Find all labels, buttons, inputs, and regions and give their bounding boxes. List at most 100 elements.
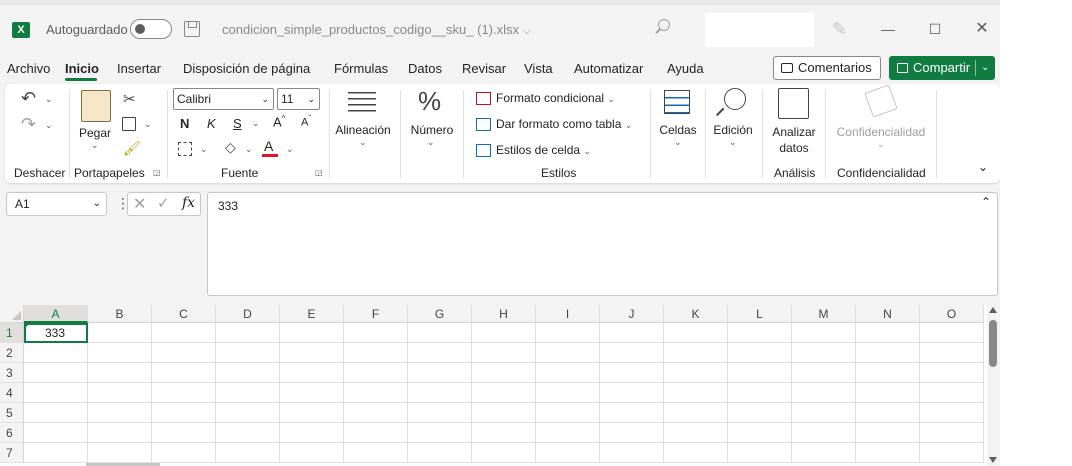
formula-input[interactable]: 333 ⌃ [207,192,998,296]
cell-l5[interactable] [728,403,792,423]
cell-l1[interactable] [728,323,792,343]
cell-b5[interactable] [88,403,152,423]
cell-a7[interactable] [24,443,88,463]
underline-dropdown-icon[interactable]: ⌄ [252,118,260,129]
column-header-h[interactable]: H [472,305,536,323]
cell-d7[interactable] [216,443,280,463]
editing-button[interactable]: Edición [709,123,757,137]
ribbon-options-chevron-icon[interactable]: ⌄ [978,160,988,174]
cell-g3[interactable] [408,363,472,383]
cell-b4[interactable] [88,383,152,403]
tab-inicio[interactable]: Inicio [65,61,99,76]
column-header-l[interactable]: L [728,305,792,323]
cell-l4[interactable] [728,383,792,403]
column-header-e[interactable]: E [280,305,344,323]
cell-i5[interactable] [536,403,600,423]
cell-f1[interactable] [344,323,408,343]
copy-dropdown-icon[interactable]: ⌄ [144,119,152,130]
cell-g4[interactable] [408,383,472,403]
cell-h5[interactable] [472,403,536,423]
cell-l3[interactable] [728,363,792,383]
cell-j1[interactable] [600,323,664,343]
column-header-f[interactable]: F [344,305,408,323]
column-header-i[interactable]: I [536,305,600,323]
undo-dropdown-icon[interactable]: ⌄ [45,94,53,105]
cell-k2[interactable] [664,343,728,363]
cell-c7[interactable] [152,443,216,463]
cell-l7[interactable] [728,443,792,463]
tab-vista[interactable]: Vista [524,61,553,76]
row-header-5[interactable]: 5 [0,403,24,423]
bold-button[interactable]: N [180,116,189,131]
cell-i1[interactable] [536,323,600,343]
cut-icon[interactable]: ✂ [123,90,136,108]
percent-icon[interactable]: % [418,86,441,117]
name-box[interactable]: A1 ⌄ [6,192,107,216]
scroll-up-icon[interactable] [989,307,997,313]
cell-n5[interactable] [856,403,920,423]
cell-h2[interactable] [472,343,536,363]
cell-e1[interactable] [280,323,344,343]
fill-dropdown-icon[interactable]: ⌄ [245,144,253,155]
underline-button[interactable]: S [233,116,242,131]
cell-k5[interactable] [664,403,728,423]
cell-j6[interactable] [600,423,664,443]
cell-a1[interactable]: 333 [24,323,88,343]
cell-j4[interactable] [600,383,664,403]
analyze-label-1[interactable]: Analizar [766,125,822,139]
save-icon[interactable] [184,21,200,37]
cell-styles-button[interactable]: Estilos de celda ⌄ [476,143,591,157]
cell-e2[interactable] [280,343,344,363]
row-header-3[interactable]: 3 [0,363,24,383]
insert-function-icon[interactable]: fx [182,195,195,211]
confidentiality-button[interactable]: Confidencialidad [831,125,931,139]
font-color-dropdown-icon[interactable]: ⌄ [286,144,294,155]
editing-dropdown-icon[interactable]: ⌄ [729,137,737,148]
cell-o6[interactable] [920,423,984,443]
cell-i2[interactable] [536,343,600,363]
share-button[interactable]: Compartir ⌄ [889,56,995,80]
cell-c3[interactable] [152,363,216,383]
cell-m5[interactable] [792,403,856,423]
italic-button[interactable]: K [207,116,216,131]
document-title[interactable]: condicion_simple_productos_codigo__sku_ … [222,22,531,37]
cell-a4[interactable] [24,383,88,403]
cell-m7[interactable] [792,443,856,463]
cell-g1[interactable] [408,323,472,343]
cell-o3[interactable] [920,363,984,383]
tab-insertar[interactable]: Insertar [117,61,161,76]
cell-a2[interactable] [24,343,88,363]
column-header-j[interactable]: J [600,305,664,323]
tab-disposicion[interactable]: Disposición de página [183,61,310,76]
vertical-scrollbar[interactable] [987,305,1000,466]
alignment-button[interactable]: Alineación [333,123,393,137]
analyze-data-icon[interactable] [778,88,809,119]
maximize-button[interactable]: ☐ [925,19,945,39]
undo-icon[interactable]: ↶ [21,88,36,109]
clipboard-launcher-icon[interactable]: ◲ [153,168,161,177]
paste-icon[interactable] [81,90,111,122]
cell-c4[interactable] [152,383,216,403]
cell-k3[interactable] [664,363,728,383]
cell-o4[interactable] [920,383,984,403]
cell-n3[interactable] [856,363,920,383]
column-header-g[interactable]: G [408,305,472,323]
cell-m6[interactable] [792,423,856,443]
cell-b2[interactable] [88,343,152,363]
tab-formulas[interactable]: Fórmulas [334,61,388,76]
conditional-format-button[interactable]: Formato condicional ⌄ [476,91,615,105]
column-header-o[interactable]: O [920,305,984,323]
cell-f7[interactable] [344,443,408,463]
autosave-toggle[interactable] [130,19,172,39]
cell-m1[interactable] [792,323,856,343]
close-button[interactable]: ✕ [972,19,992,39]
cell-e7[interactable] [280,443,344,463]
cell-b6[interactable] [88,423,152,443]
borders-icon[interactable] [178,142,192,156]
paste-label[interactable]: Pegar [75,126,115,140]
column-header-b[interactable]: B [88,305,152,323]
column-header-n[interactable]: N [856,305,920,323]
cell-k7[interactable] [664,443,728,463]
cell-e3[interactable] [280,363,344,383]
cell-n4[interactable] [856,383,920,403]
